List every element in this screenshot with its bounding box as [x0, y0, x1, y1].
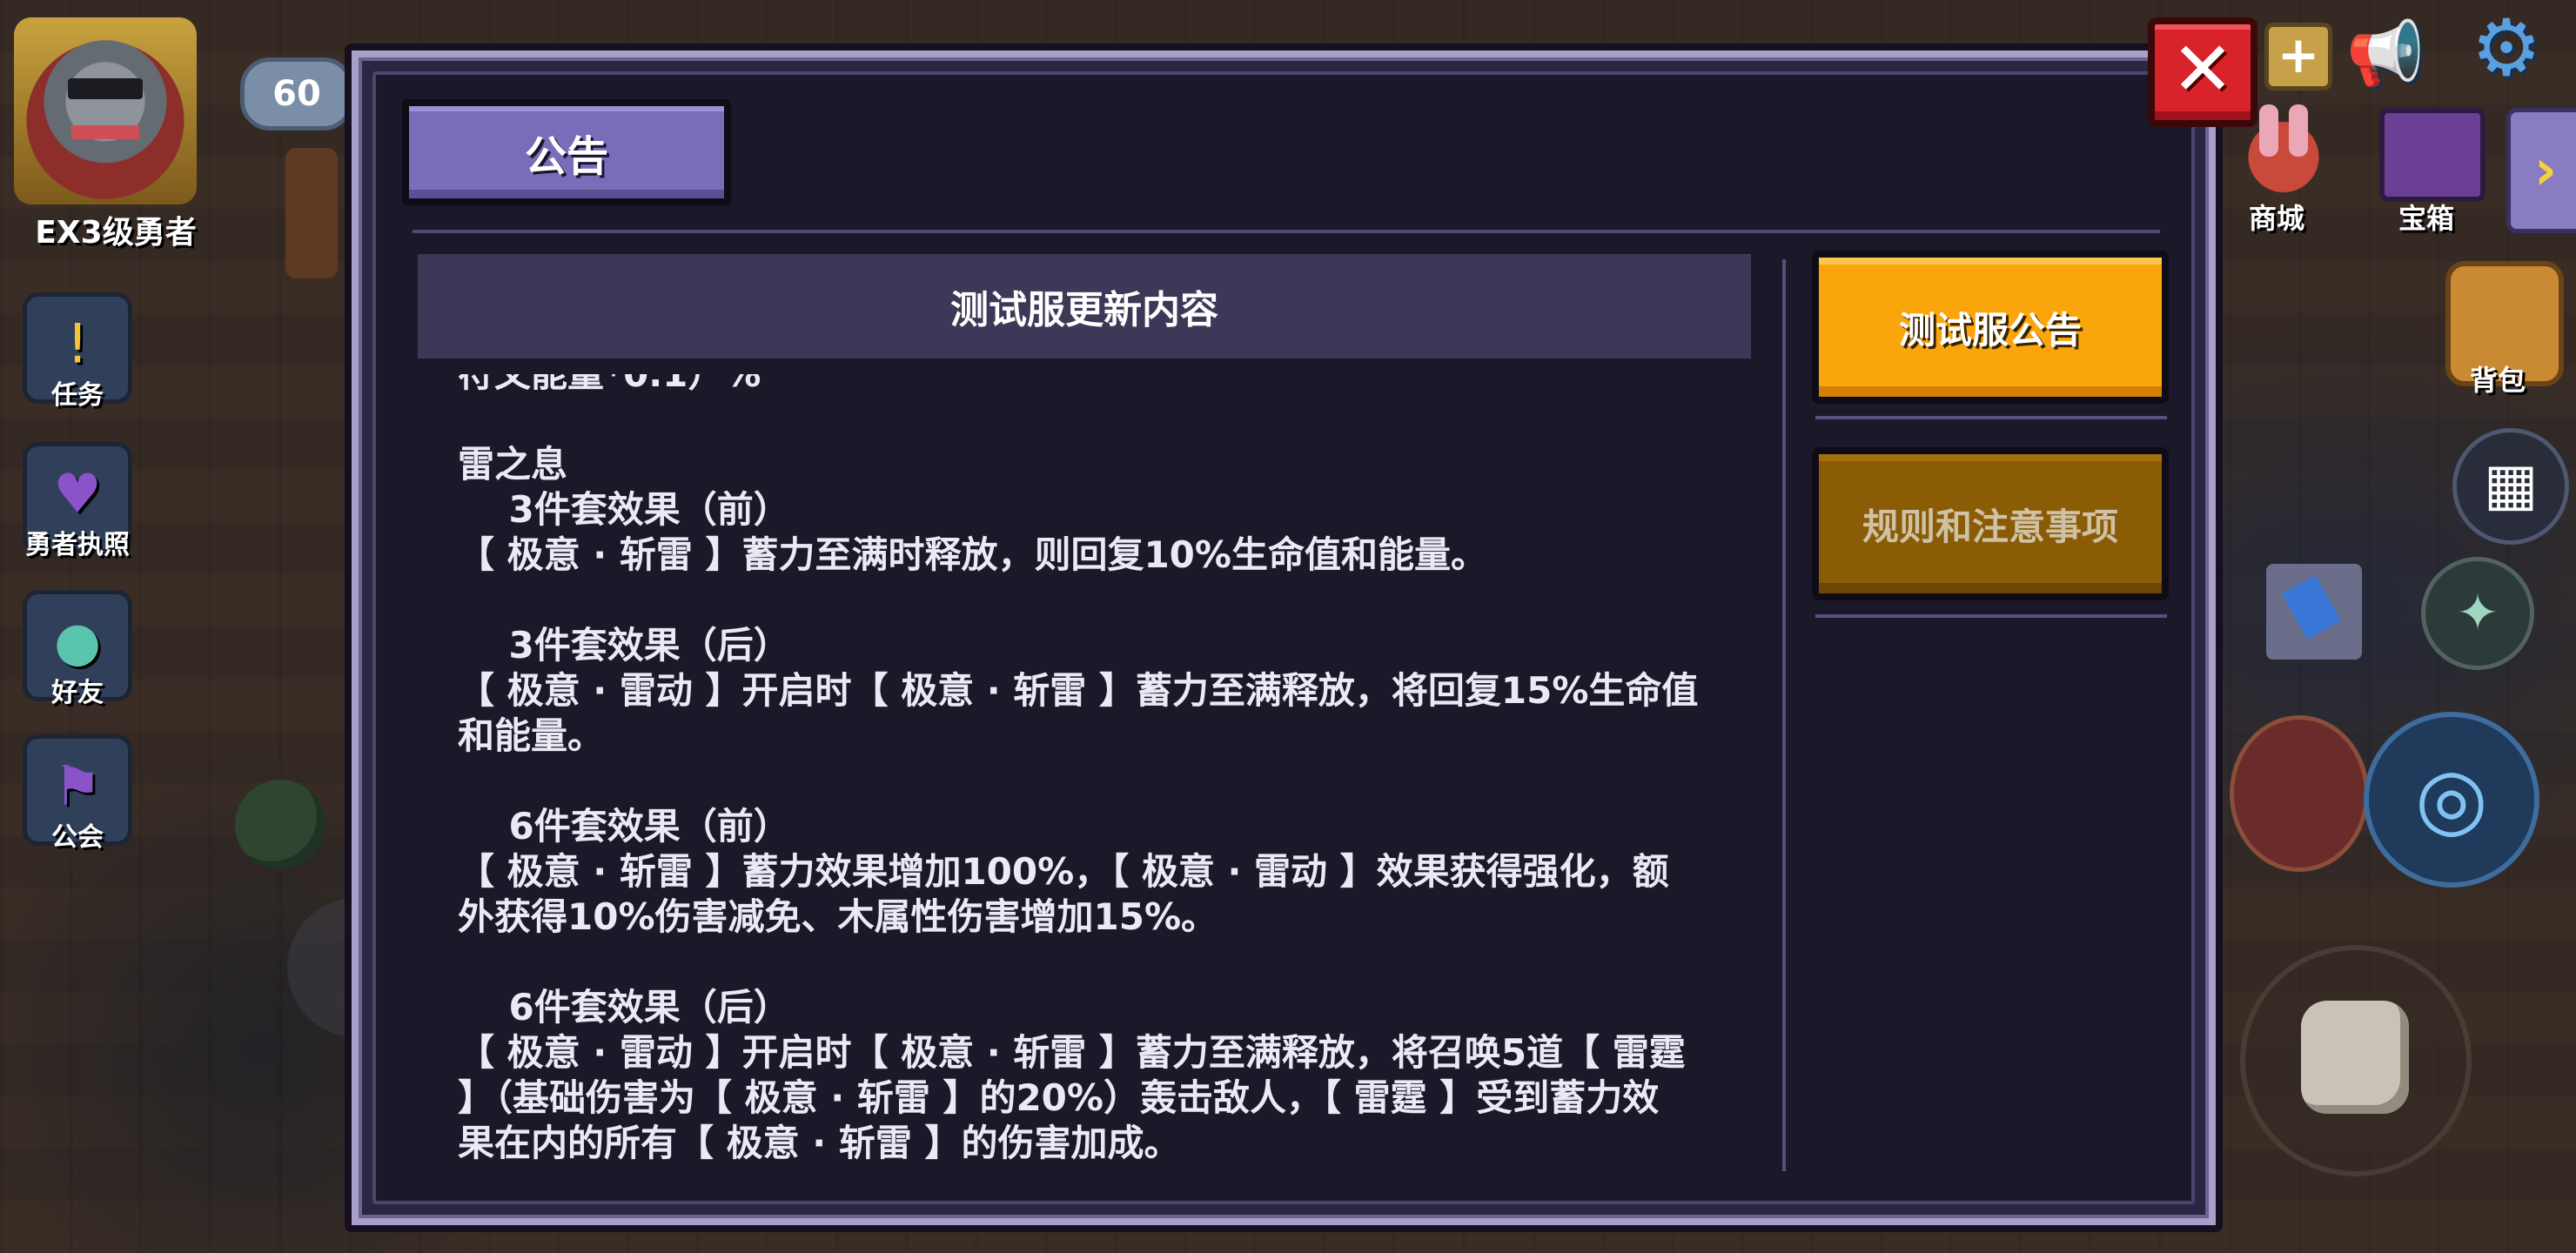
- chest-label: 宝箱: [2398, 202, 2454, 235]
- text-line: 3件套效果（前）: [458, 488, 790, 531]
- guild-label: 公会: [51, 822, 104, 853]
- quest-label: 任务: [51, 380, 104, 411]
- fist-icon: [2301, 1001, 2409, 1114]
- title-divider: [413, 230, 2160, 233]
- hero-rank-label: EX3级勇者: [35, 215, 197, 251]
- text-line: 符文能量*0.1）%: [458, 374, 1737, 397]
- nav-divider: [1815, 416, 2167, 419]
- attack-button[interactable]: [2240, 945, 2472, 1176]
- friends-button[interactable]: ● 好友: [23, 590, 132, 708]
- text-line: 】（基础伤害为【 极意 · 斩雷 】的20%）轰击敌人，【 雷霆 】受到蓄力效: [458, 1076, 1660, 1119]
- text-spacer: [458, 759, 1737, 804]
- text-line: 【 极意 · 斩雷 】蓄力至满时释放，则回复10%生命值和能量。: [458, 533, 1487, 576]
- friends-label: 好友: [51, 678, 104, 708]
- test-server-announcement-tab[interactable]: 测试服公告: [1812, 251, 2169, 404]
- content-title: 测试服更新内容: [418, 254, 1751, 358]
- friend-icon: ●: [53, 609, 102, 673]
- grid-menu-icon[interactable]: ▦: [2452, 428, 2569, 545]
- text-line: 6件套效果（前）: [458, 805, 790, 848]
- announcement-text: 符文能量*0.1）% 雷之息 3件套效果（前） 【 极意 · 斩雷 】蓄力至满时…: [458, 374, 1737, 1166]
- text-line: 【 极意 · 斩雷 】蓄力效果增加100%，【 极意 · 雷动 】效果获得强化，…: [458, 850, 1669, 893]
- backpack-label: 背包: [2469, 364, 2526, 397]
- text-line: 3件套效果（后）: [458, 624, 790, 667]
- text-line: 6件套效果（后）: [458, 986, 790, 1029]
- hero-license-label: 勇者执照: [25, 530, 130, 560]
- close-button[interactable]: ✕: [2148, 17, 2257, 127]
- rules-and-notes-tab[interactable]: 规则和注意事项: [1812, 447, 2169, 600]
- announcement-scroll-area[interactable]: 符文能量*0.1）% 雷之息 3件套效果（前） 【 极意 · 斩雷 】蓄力至满时…: [418, 374, 1751, 1189]
- chest-icon[interactable]: [2379, 108, 2485, 202]
- skill-button-main[interactable]: ◎: [2364, 712, 2539, 888]
- text-line: 【 极意 · 雷动 】开启时【 极意 · 斩雷 】蓄力至满释放，将召唤5道【 雷…: [458, 1031, 1686, 1074]
- hero-level-badge: 60: [240, 57, 353, 131]
- text-line: 【 极意 · 雷动 】开启时【 极意 · 斩雷 】蓄力至满释放，将回复15%生命…: [458, 669, 1699, 712]
- announcement-horn-icon[interactable]: 📢: [2346, 14, 2425, 92]
- badge-icon: ♥: [53, 461, 102, 526]
- dialog-title-tab[interactable]: 公告: [402, 99, 731, 205]
- shop-label: 商城: [2248, 202, 2304, 235]
- quest-button[interactable]: ! 任务: [23, 292, 132, 411]
- text-spacer: [458, 397, 1737, 442]
- skill-button-small[interactable]: ✦: [2421, 557, 2534, 670]
- nav-divider: [1815, 614, 2167, 618]
- pet-portrait[interactable]: [2266, 564, 2362, 660]
- guild-banner-icon: ⚑: [53, 754, 102, 818]
- settings-gear-icon[interactable]: ⚙: [2463, 5, 2550, 92]
- text-spacer: [458, 940, 1737, 985]
- text-line: 外获得10%伤害减免、木属性伤害增加15%。: [458, 895, 1218, 938]
- expand-menu-arrow-icon[interactable]: ›: [2506, 108, 2576, 233]
- hero-license-button[interactable]: ♥ 勇者执照: [23, 442, 132, 560]
- text-line: 和能量。: [458, 714, 605, 757]
- add-currency-button[interactable]: +: [2264, 23, 2332, 90]
- guild-button[interactable]: ⚑ 公会: [23, 734, 132, 853]
- close-icon: ✕: [2170, 26, 2235, 113]
- exclamation-icon: !: [66, 312, 89, 376]
- text-line: 雷之息: [458, 443, 568, 486]
- hero-avatar[interactable]: [14, 17, 197, 204]
- text-spacer: [458, 578, 1737, 623]
- content-nav-divider: [1782, 259, 1786, 1171]
- text-line: 果在内的所有【 极意 · 斩雷 】的伤害加成。: [458, 1122, 1181, 1164]
- skill-button-fire[interactable]: [2230, 715, 2369, 872]
